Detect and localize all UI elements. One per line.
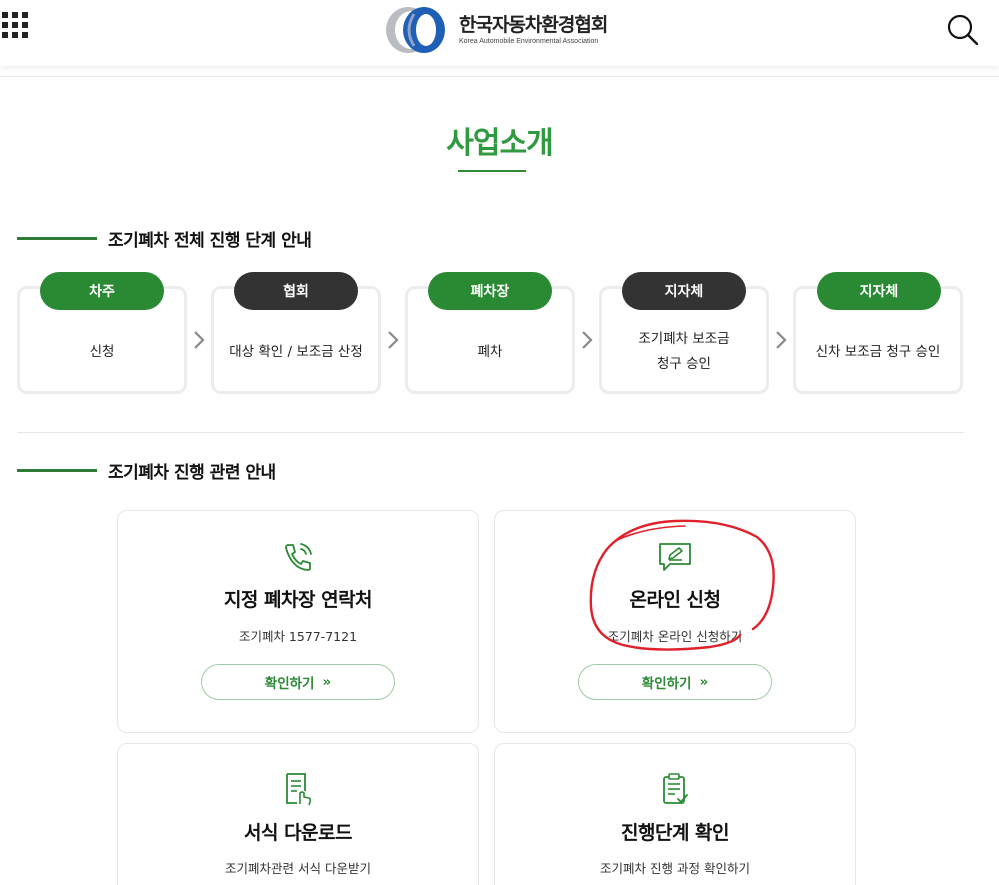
- card-subtitle: 조기폐차 1577-7121: [238, 629, 358, 644]
- search-icon[interactable]: [946, 13, 978, 45]
- logo-mark-icon: [386, 7, 445, 53]
- double-chevron-right-icon: »: [322, 674, 332, 690]
- heading-bar: [17, 469, 97, 472]
- section-heading-related: 조기폐차 진행 관련 안내: [17, 458, 276, 483]
- site-logo[interactable]: 한국자동차환경협회 Korea Automobile Environmental…: [384, 5, 608, 55]
- section-divider: [17, 432, 964, 433]
- logo-english-name: Korea Automobile Environmental Associati…: [459, 38, 599, 45]
- section-heading-text: 조기폐차 진행 관련 안내: [108, 463, 276, 483]
- step-badge-4: 지자체: [622, 272, 746, 310]
- card-subtitle: 조기폐차 온라인 신청하기: [607, 629, 743, 644]
- section-heading-steps: 조기폐차 전체 진행 단계 안내: [17, 226, 312, 251]
- card-subtitle: 조기폐차 진행 과정 확인하기: [600, 861, 750, 876]
- confirm-button-label: 확인하기: [641, 676, 692, 692]
- clipboard-check-icon: [663, 773, 688, 804]
- chevron-right-icon: [582, 331, 593, 349]
- heading-bar: [17, 237, 97, 240]
- step-badge-5: 지자체: [817, 272, 941, 310]
- section-heading-text: 조기폐차 전체 진행 단계 안내: [108, 231, 312, 251]
- card-online-application: 온라인 신청 조기폐차 온라인 신청하기 확인하기 »: [494, 510, 856, 733]
- document-download-icon: [286, 773, 312, 806]
- chat-edit-icon: [659, 543, 691, 571]
- card-form-download: 서식 다운로드 조기폐차관련 서식 다운받기: [117, 743, 479, 885]
- confirm-button[interactable]: 확인하기 »: [201, 664, 395, 700]
- confirm-button-label: 확인하기: [264, 676, 315, 692]
- card-progress-check: 진행단계 확인 조기폐차 진행 과정 확인하기: [494, 743, 856, 885]
- title-underline: [458, 170, 526, 172]
- site-header: 한국자동차환경협회 Korea Automobile Environmental…: [0, 0, 999, 66]
- step-badge-2: 협회: [234, 272, 358, 310]
- chevron-right-icon: [194, 331, 205, 349]
- page-title: 사업소개: [446, 126, 553, 161]
- logo-korean-name: 한국자동차환경협회: [459, 14, 608, 36]
- card-title: 진행단계 확인: [621, 822, 730, 844]
- header-divider: [0, 76, 999, 77]
- card-title: 서식 다운로드: [244, 822, 353, 844]
- chevron-right-icon: [776, 331, 787, 349]
- card-scrapyard-contact: 지정 폐차장 연락처 조기폐차 1577-7121 확인하기 »: [117, 510, 479, 733]
- step-badge-1: 차주: [40, 272, 164, 310]
- double-chevron-right-icon: »: [699, 674, 709, 690]
- card-title: 온라인 신청: [629, 589, 721, 611]
- grid-menu-icon[interactable]: [2, 12, 28, 38]
- phone-icon: [285, 543, 312, 571]
- confirm-button[interactable]: 확인하기 »: [578, 664, 772, 700]
- chevron-right-icon: [388, 331, 399, 349]
- step-badge-3: 폐차장: [428, 272, 552, 310]
- card-title: 지정 폐차장 연락처: [223, 589, 373, 611]
- card-subtitle: 조기폐차관련 서식 다운받기: [225, 861, 371, 876]
